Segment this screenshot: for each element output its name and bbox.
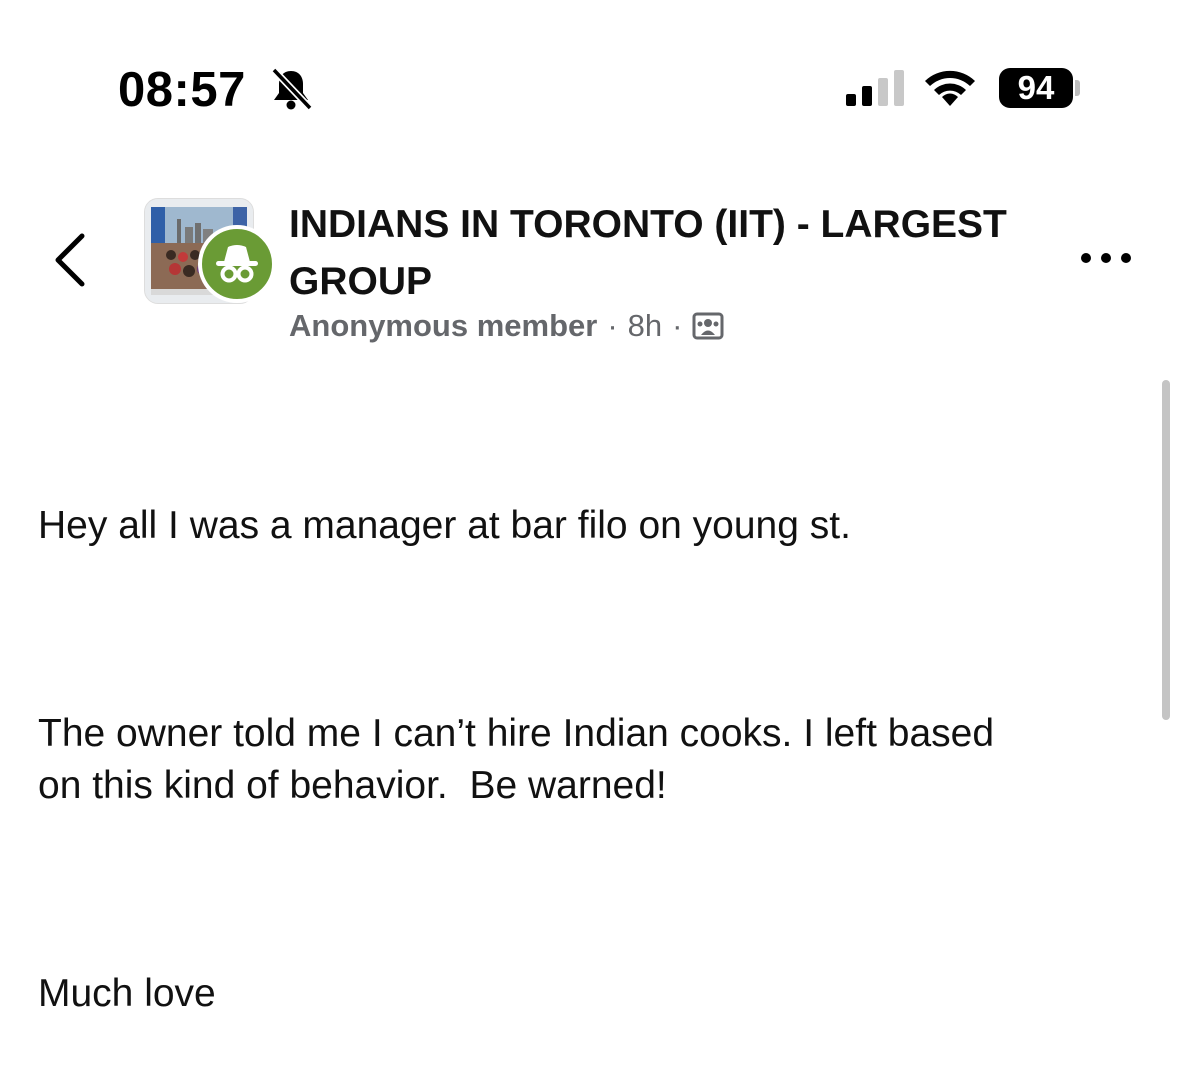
- post-paragraph: Much love: [38, 972, 216, 1015]
- cellular-signal-icon: [846, 70, 904, 106]
- author-name[interactable]: Anonymous member: [289, 308, 597, 344]
- group-name[interactable]: INDIANS IN TORONTO (IIT) - LARGEST GROUP: [289, 196, 1009, 310]
- scrollbar[interactable]: [1162, 380, 1170, 720]
- status-bar: 08:57 94: [0, 0, 1179, 150]
- post-text: Hey all I was a manager at bar filo on y…: [38, 396, 1138, 1072]
- chevron-left-icon[interactable]: [48, 230, 92, 290]
- post-meta: Anonymous member · 8h ·: [289, 308, 724, 344]
- post-header: INDIANS IN TORONTO (IIT) - LARGEST GROUP…: [0, 180, 1179, 360]
- anonymous-badge: [198, 225, 276, 303]
- post-paragraph: The owner told me I can’t hire Indian co…: [38, 712, 995, 807]
- wifi-icon: [925, 70, 975, 106]
- bell-slash-icon: [271, 67, 313, 111]
- post-paragraph: Hey all I was a manager at bar filo on y…: [38, 504, 851, 547]
- status-time: 08:57: [118, 63, 246, 117]
- members-only-icon: [692, 312, 724, 340]
- meta-separator: ·: [672, 308, 683, 343]
- meta-separator: ·: [607, 308, 618, 343]
- incognito-icon: [216, 245, 258, 283]
- post-time[interactable]: 8h: [628, 308, 662, 344]
- battery-cap: [1075, 80, 1080, 96]
- more-horizontal-icon[interactable]: [1078, 246, 1138, 270]
- battery-indicator: 94: [999, 68, 1083, 108]
- battery-level: 94: [1017, 69, 1055, 106]
